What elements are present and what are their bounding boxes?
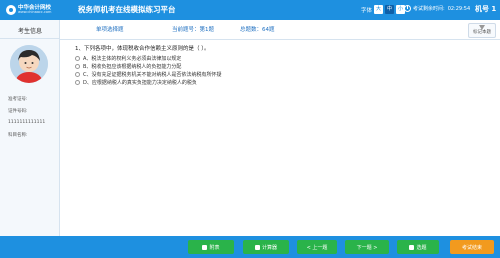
previous-question-button[interactable]: < 上一题 [297,240,337,254]
timer-value: 02:29:54 [447,5,471,12]
question-type: 单项选择题 [96,27,124,33]
flag-question-label: 标记本题 [473,30,491,35]
table-icon [202,244,208,250]
avatar-icon [10,45,48,83]
current-question-number: 当前题号：第1题 [172,27,214,33]
option-text: D、应根据纳税人的真实负担能力决定纳税人的税负 [83,79,197,86]
next-question-label: 下一题 > [356,244,378,251]
top-bar: 中华会计网校 www.chinaacc.com 税务师机考在线模拟练习平台 字体… [0,0,500,20]
radio-button[interactable] [75,79,80,85]
id-number-label: 证件号码: [8,109,28,114]
option-d[interactable]: D、应根据纳税人的真实负担能力决定纳税人的税负 [75,78,490,86]
option-text: A、税法主体的权利义务必须由法律加以规定 [83,55,182,62]
question-info-bar: 单项选择题 当前题号：第1题 总题数：64题 标记本题 [60,20,500,40]
machine-number: 机号 1 [475,5,497,13]
next-question-button[interactable]: 下一题 > [345,240,389,254]
option-c[interactable]: C、没有充足证据税务机关不能对纳税人是否依法纳税有所怀疑 [75,70,490,78]
logo-icon [6,5,16,15]
question-area: 1、下列各项中，体现税收合作信赖主义原则的是（ ）。 A、税法主体的权利义务必须… [75,44,490,86]
option-text: C、没有充足证据税务机关不能对纳税人是否依法纳税有所怀疑 [83,71,222,78]
admission-number-label: 准考证号: [8,97,28,102]
end-exam-label: 考试结束 [461,244,482,251]
app-title: 税务师机考在线模拟练习平台 [78,5,176,14]
logo-url: www.chinaacc.com [18,10,52,14]
font-size-control: 字体 大 中 小 [361,5,406,14]
divider [0,38,60,39]
candidate-panel: 考生信息 准考证号: 证件号码: 1111111111111 科目名称: [0,20,60,236]
subject-name-label: 科目名称: [8,133,28,138]
timer-label: 考试剩余时间: [413,6,445,12]
exam-timer: 考试剩余时间: 02:29:54 [404,5,470,12]
total-questions: 总题数：64题 [240,27,275,33]
font-size-medium-button[interactable]: 中 [385,5,395,14]
font-size-label: 字体 [361,7,373,14]
flag-question-button[interactable]: 标记本题 [468,23,496,38]
logo: 中华会计网校 www.chinaacc.com [6,2,58,18]
calculator-label: 计算器 [261,244,277,251]
option-b[interactable]: B、税收负担应该根据纳税人的负担能力分配 [75,62,490,70]
select-question-label: 选题 [416,244,427,251]
bottom-toolbar: 附表 计算器 < 上一题 下一题 > 选题 考试结束 [0,236,500,258]
previous-question-label: < 上一题 [306,244,328,251]
avatar [10,45,48,83]
grid-icon [409,244,415,250]
option-text: B、税收负担应该根据纳税人的负担能力分配 [83,63,182,70]
id-number-value: 1111111111111 [8,120,46,125]
radio-button[interactable] [75,71,80,77]
attachment-table-button[interactable]: 附表 [188,240,234,254]
candidate-panel-title: 考生信息 [17,28,42,35]
option-a[interactable]: A、税法主体的权利义务必须由法律加以规定 [75,54,490,62]
end-exam-button[interactable]: 考试结束 [450,240,494,254]
question-stem: 1、下列各项中，体现税收合作信赖主义原则的是（ ）。 [75,46,210,52]
radio-button[interactable] [75,55,80,61]
calculator-icon [254,244,260,250]
select-question-button[interactable]: 选题 [397,240,439,254]
clock-icon [404,5,411,12]
font-size-large-button[interactable]: 大 [374,5,384,14]
radio-button[interactable] [75,63,80,69]
attachment-table-label: 附表 [209,244,220,251]
calculator-button[interactable]: 计算器 [243,240,289,254]
